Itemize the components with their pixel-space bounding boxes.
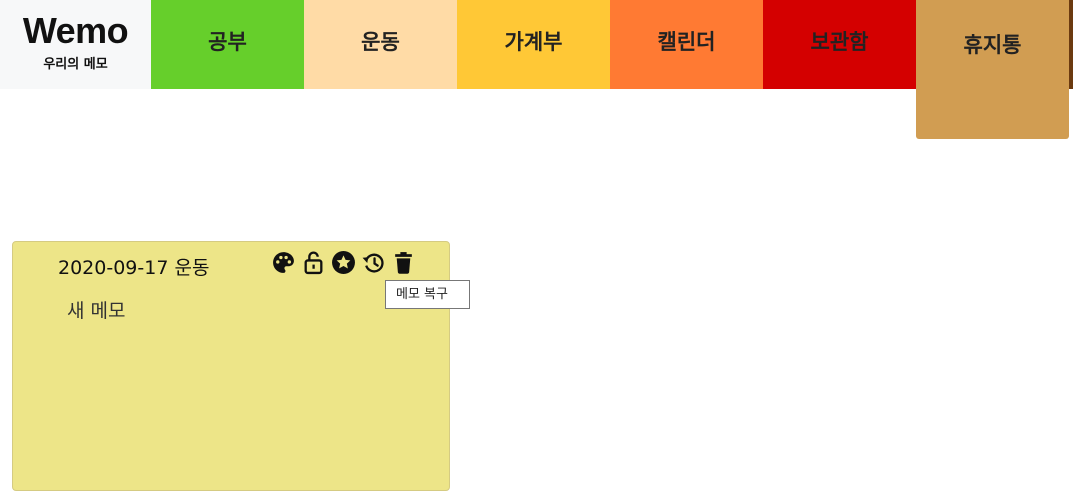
tooltip: 메모 복구 — [385, 280, 470, 309]
unlock-icon[interactable] — [300, 249, 327, 276]
tab-label: 운동 — [361, 29, 400, 54]
trash-icon[interactable] — [390, 249, 417, 276]
palette-icon[interactable] — [270, 249, 297, 276]
tab-label: 휴지통 — [963, 33, 1022, 57]
tab-label: 캘린더 — [657, 29, 716, 54]
tab-label: 가계부 — [504, 29, 563, 54]
memo-card[interactable]: 2020-09-17 운동 새 메모 — [12, 241, 450, 491]
logo[interactable]: Wemo 우리의 메모 — [0, 0, 151, 89]
tab-strip-edge — [1069, 0, 1073, 89]
tab-household-ledger[interactable]: 가계부 — [457, 0, 610, 89]
tab-archive[interactable]: 보관함 — [763, 0, 916, 89]
memo-category: 운동 — [174, 257, 210, 279]
tab-exercise[interactable]: 운동 — [304, 0, 457, 89]
memo-content[interactable]: 새 메모 — [67, 296, 125, 323]
star-icon[interactable] — [330, 249, 357, 276]
tab-study[interactable]: 공부 — [151, 0, 304, 89]
tab-calendar[interactable]: 캘린더 — [610, 0, 763, 89]
restore-icon[interactable] — [360, 249, 387, 276]
tab-label: 보관함 — [810, 29, 869, 54]
memo-header: 2020-09-17 운동 — [58, 253, 209, 280]
logo-subtitle: 우리의 메모 — [43, 57, 108, 72]
memo-date: 2020-09-17 — [58, 257, 169, 279]
logo-title: Wemo — [22, 10, 129, 51]
memo-actions — [270, 249, 417, 276]
tab-label: 공부 — [208, 29, 247, 54]
tab-trash[interactable]: 휴지통 — [916, 0, 1069, 139]
